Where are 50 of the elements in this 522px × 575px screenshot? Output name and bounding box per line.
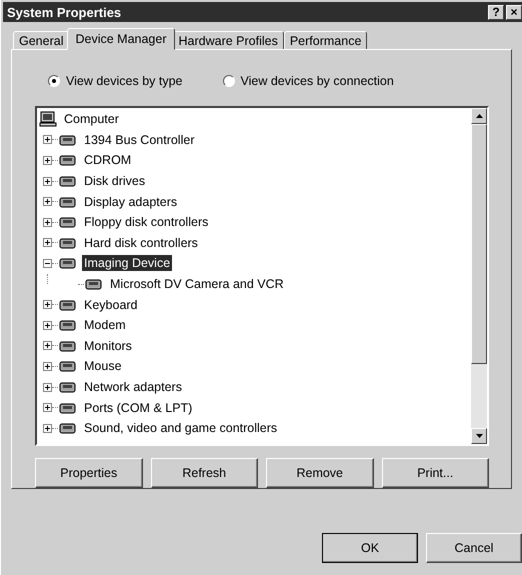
radio-option[interactable]: View devices by type <box>48 74 182 88</box>
expander-icon[interactable] <box>43 382 52 392</box>
scroll-thumb[interactable] <box>471 124 487 364</box>
expander-icon[interactable] <box>43 300 52 310</box>
tree-item[interactable]: Hard disk controllers <box>82 234 200 251</box>
action-button[interactable]: Properties <box>35 458 142 488</box>
expander-icon[interactable] <box>43 218 52 227</box>
scrollbar[interactable] <box>471 108 487 444</box>
expander-icon[interactable] <box>43 320 52 330</box>
tree-item[interactable]: Modem <box>82 317 128 334</box>
tree-item[interactable]: 1394 Bus Controller <box>82 132 196 148</box>
tree-item[interactable]: Display adapters <box>82 194 180 210</box>
tree-item[interactable]: Keyboard <box>82 296 140 313</box>
action-button[interactable]: Remove <box>266 458 374 488</box>
expander-icon[interactable] <box>43 424 52 433</box>
tree-item[interactable]: Disk drives <box>82 173 148 190</box>
action-button[interactable]: Refresh <box>150 458 258 488</box>
action-button[interactable]: Print... <box>382 458 489 488</box>
tab[interactable]: Device Manager <box>67 28 174 50</box>
tab[interactable]: Hardware Profiles <box>172 31 284 50</box>
tab[interactable]: General <box>13 31 70 50</box>
computer-icon <box>39 111 57 128</box>
tree-item[interactable]: Network adapters <box>82 379 184 396</box>
scroll-down-icon[interactable] <box>471 428 487 444</box>
tree-item[interactable]: Microsoft DV Camera and VCR <box>108 276 286 292</box>
tree-item[interactable]: Imaging Device <box>82 255 172 272</box>
cancel-button[interactable]: Cancel <box>426 533 522 563</box>
tree-item[interactable]: Floppy disk controllers <box>82 214 210 230</box>
tree-item[interactable]: Sound, video and game controllers <box>82 420 280 436</box>
expander-icon[interactable] <box>43 258 52 268</box>
ok-button[interactable]: OK <box>322 533 418 563</box>
expander-icon[interactable] <box>43 362 52 371</box>
scroll-up-icon[interactable] <box>471 108 487 124</box>
tab[interactable]: Performance <box>284 31 368 50</box>
expander-icon[interactable] <box>43 238 52 248</box>
expander-icon[interactable] <box>43 403 52 412</box>
window-title: System Properties <box>7 4 122 20</box>
expander-icon[interactable] <box>43 341 52 350</box>
expander-icon[interactable] <box>43 135 52 144</box>
tree-item[interactable]: CDROM <box>82 152 134 168</box>
expander-icon[interactable] <box>43 176 52 186</box>
expander-icon[interactable] <box>43 197 52 206</box>
help-button[interactable]: ? <box>488 4 504 20</box>
tree-item[interactable]: Monitors <box>82 338 134 354</box>
tree-item[interactable]: Computer <box>62 111 121 128</box>
tree-item[interactable]: Ports (COM & LPT) <box>82 400 194 416</box>
close-button[interactable]: × <box>506 4 522 20</box>
tree-item[interactable]: Mouse <box>82 358 124 374</box>
expander-icon[interactable] <box>43 156 52 165</box>
radio-option[interactable]: View devices by connection <box>222 74 394 88</box>
